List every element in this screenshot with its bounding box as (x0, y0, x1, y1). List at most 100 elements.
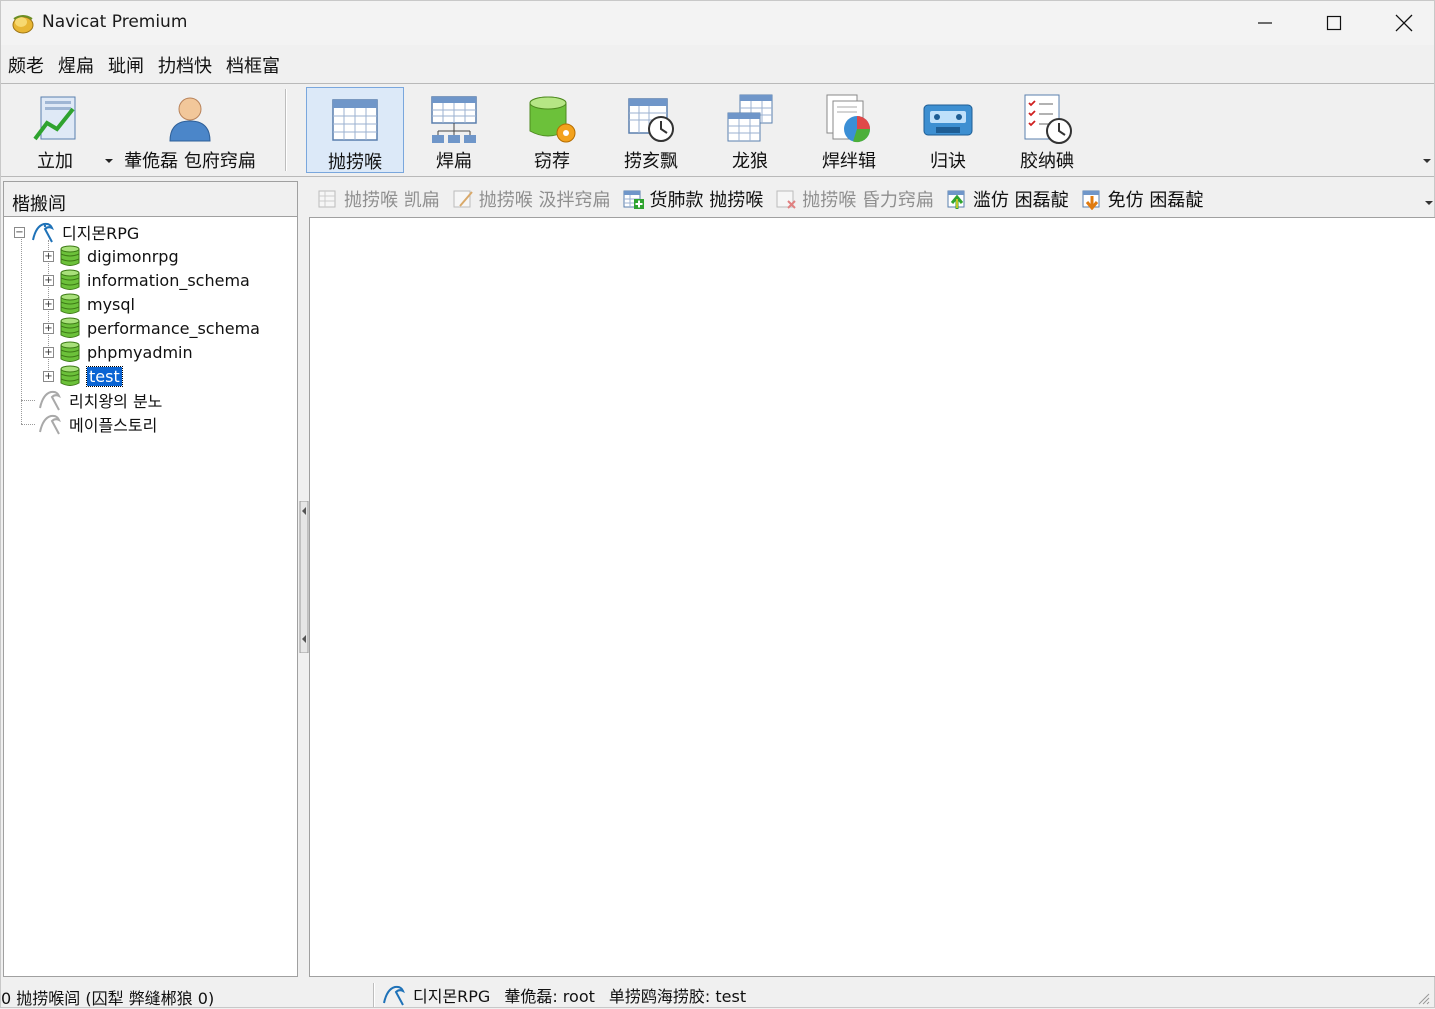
open-table-icon (318, 190, 336, 208)
database-icon (60, 269, 80, 290)
delete-table-button[interactable]: 抛捞喉 昏力窍扁 (775, 186, 934, 212)
tree-line (21, 424, 35, 425)
tree-item-connection[interactable]: 메이플스토리 (37, 412, 157, 436)
expand-icon[interactable]: + (43, 250, 54, 262)
object-list-area[interactable] (309, 217, 1435, 977)
export-wizard-button[interactable]: 免仿 困磊靛 (1081, 186, 1204, 212)
toolbar-overflow-icon[interactable] (1422, 157, 1432, 165)
navicat-window: Navicat Premium 颇老 煋扁 玼闸 扐档快 档框富 立加 輂佹磊 … (0, 0, 1435, 1008)
navicat-app-icon (12, 15, 34, 34)
toolbar-table-button[interactable]: 抛捞喉 (306, 87, 404, 173)
toolbar-function-button[interactable]: 窃荐 (503, 87, 601, 173)
menu-bar: 颇老 煋扁 玼闸 扐档快 档框富 (1, 48, 1434, 80)
expand-icon[interactable]: + (43, 274, 54, 286)
menu-item-view[interactable]: 煋扁 (51, 48, 101, 80)
query-icon (727, 94, 773, 142)
status-connection-info: 디지몬RPG 輂佹磊: root 单捞鸥海捞胶: test (381, 983, 760, 1007)
toolbar-view-label: 焊扁 (436, 151, 472, 172)
status-database: 单捞鸥海捞胶: test (608, 987, 747, 1006)
import-wizard-icon (947, 190, 965, 209)
tree-item-connection[interactable]: 리치왕의 분노 (37, 388, 162, 412)
toolbar-view-button[interactable]: 焊扁 (405, 87, 503, 173)
toolbar-event-button[interactable]: 捞亥飘 (602, 87, 700, 173)
database-name: performance_schema (87, 318, 260, 338)
connection-name: 디지몬RPG (62, 224, 140, 243)
database-name: digimonrpg (87, 246, 179, 266)
backup-icon (923, 104, 973, 136)
expand-icon[interactable]: + (43, 322, 54, 334)
schedule-icon (1024, 94, 1072, 144)
expand-icon[interactable]: + (43, 370, 54, 382)
toolbar-divider-line (1, 176, 1434, 177)
expand-icon[interactable]: + (43, 298, 54, 310)
view-icon (431, 96, 477, 143)
event-icon (628, 98, 674, 142)
pane-splitter[interactable] (299, 501, 309, 653)
menu-item-help[interactable]: 档框富 (219, 48, 287, 80)
design-table-button[interactable]: 抛捞喉 汲拌窍扁 (452, 186, 611, 212)
tree-item-database[interactable]: + information_schema (43, 268, 250, 292)
connection-button[interactable]: 立加 (9, 87, 113, 173)
database-icon (60, 317, 80, 338)
new-table-button[interactable]: 货肺款 抛捞喉 (622, 186, 763, 212)
expand-icon[interactable]: + (43, 346, 54, 358)
menu-item-tools[interactable]: 扐档快 (151, 48, 219, 80)
close-button[interactable] (1369, 1, 1435, 45)
connection-name: 메이플스토리 (69, 416, 158, 435)
minimize-button[interactable] (1230, 1, 1300, 45)
user-manage-button[interactable]: 輂佹磊 包府窍扁 (119, 87, 261, 173)
toolbar-event-label: 捞亥飘 (624, 151, 678, 172)
tree-item-database-selected[interactable]: + test (43, 364, 123, 388)
export-wizard-icon (1082, 190, 1100, 210)
menu-item-file[interactable]: 颇老 (1, 48, 51, 80)
toolbar-backup-label: 归诀 (930, 151, 966, 172)
toolbar-report-button[interactable]: 焊绊辑 (800, 87, 898, 173)
mysql-connection-icon (383, 985, 405, 1006)
tree-item-database[interactable]: + phpmyadmin (43, 340, 193, 364)
status-user: 輂佹磊: root (504, 987, 595, 1006)
connection-pane-header: 楷搬闾 (4, 182, 297, 217)
collapse-icon[interactable]: − (14, 226, 25, 238)
maximize-icon (1326, 15, 1342, 31)
user-icon (169, 97, 211, 142)
minimize-icon (1258, 22, 1272, 24)
import-wizard-button[interactable]: 滥仿 困磊靛 (946, 186, 1069, 212)
database-icon (60, 245, 80, 266)
resize-grip-icon[interactable] (1416, 991, 1430, 1005)
object-toolbar: 抛捞喉 凯扁 抛捞喉 汲拌窍扁 货肺款 抛捞喉 抛捞喉 昏力窍扁 滥仿 困磊靛 … (309, 181, 1435, 217)
database-icon (60, 341, 80, 362)
tree-item-connection[interactable]: − 디지몬RPG (14, 220, 139, 244)
status-connection-name: 디지몬RPG (413, 987, 491, 1006)
delete-table-label: 抛捞喉 昏力窍扁 (802, 190, 934, 211)
connection-name: 리치왕의 분노 (69, 392, 163, 411)
open-table-label: 抛捞喉 凯扁 (344, 190, 440, 211)
toolbar-report-label: 焊绊辑 (822, 151, 876, 172)
database-name: information_schema (87, 270, 250, 290)
mysql-connection-closed-icon (39, 414, 61, 435)
function-icon (529, 96, 576, 143)
database-name: mysql (87, 294, 135, 314)
report-icon (826, 94, 871, 143)
chevron-down-icon[interactable] (104, 157, 114, 165)
database-name: test (86, 365, 123, 387)
open-table-button[interactable]: 抛捞喉 凯扁 (317, 186, 440, 212)
main-toolbar: 立加 輂佹磊 包府窍扁 抛捞喉 焊扁 窃荐 捞亥飘 龙狼 焊绊辑 归诀 胶纳碘 (1, 85, 1434, 175)
database-name: phpmyadmin (87, 342, 193, 362)
design-table-label: 抛捞喉 汲拌窍扁 (478, 190, 611, 211)
toolbar-schedule-button[interactable]: 胶纳碘 (998, 87, 1096, 173)
toolbar-backup-button[interactable]: 归诀 (899, 87, 997, 173)
tree-item-database[interactable]: + performance_schema (43, 316, 260, 340)
toolbar-query-button[interactable]: 龙狼 (701, 87, 799, 173)
tree-item-database[interactable]: + digimonrpg (43, 244, 179, 268)
object-toolbar-overflow-icon[interactable] (1424, 199, 1434, 207)
title-bar: Navicat Premium (1, 1, 1434, 45)
maximize-button[interactable] (1299, 1, 1369, 45)
menu-item-favorites[interactable]: 玼闸 (101, 48, 151, 80)
tree-item-database[interactable]: + mysql (43, 292, 135, 316)
database-icon (60, 365, 80, 386)
status-object-count: 0 抛捞喉闾 (囚犁 弊缝郴狼 0) (1, 989, 215, 1008)
new-table-label: 货肺款 抛捞喉 (649, 190, 764, 211)
mysql-connection-closed-icon (39, 390, 61, 411)
export-wizard-label: 免仿 困磊靛 (1107, 190, 1204, 211)
connection-label: 立加 (37, 151, 73, 172)
